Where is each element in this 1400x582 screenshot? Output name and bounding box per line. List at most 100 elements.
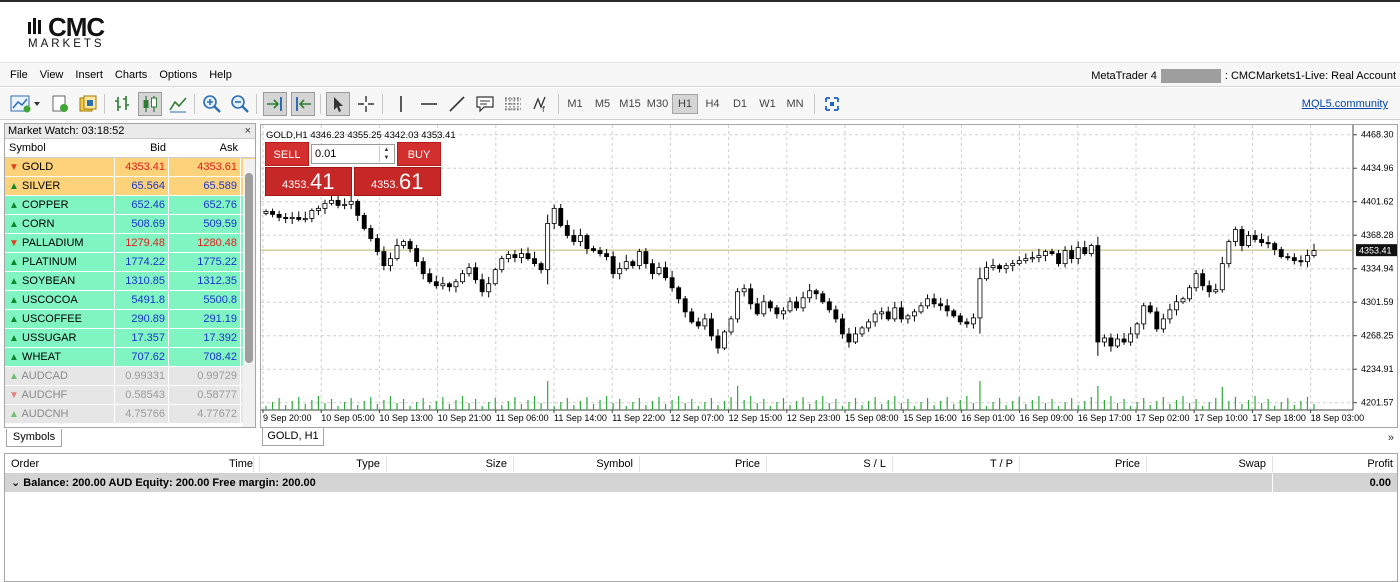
market-watch-row-corn[interactable]: ▲ CORN 508.69 509.59	[5, 215, 255, 234]
candle-body	[414, 248, 420, 263]
candle-body	[905, 315, 911, 320]
timeframe-m15[interactable]: M15	[617, 94, 643, 114]
text-label-button[interactable]	[473, 92, 497, 116]
column-header-tp-7[interactable]: T / P	[990, 458, 1013, 470]
mql5-community-link[interactable]: MQL5.community	[1302, 98, 1388, 110]
logo-subtext: MARKETS	[28, 38, 105, 50]
lot-stepper-icon[interactable]: ▲ ▼	[379, 146, 393, 162]
vertical-line-button[interactable]	[389, 92, 413, 116]
horizontal-line-button[interactable]	[417, 92, 441, 116]
lot-size-input[interactable]: 0.01 ▲ ▼	[311, 144, 395, 164]
candle-body	[984, 267, 989, 280]
candle-body	[440, 283, 446, 287]
zoom-out-button[interactable]	[228, 92, 252, 116]
balance-row[interactable]: ⌄ Balance: 200.00 AUD Equity: 200.00 Fre…	[5, 474, 1397, 492]
timeframe-mn[interactable]: MN	[782, 94, 808, 114]
market-watch-header: Symbol Bid Ask	[5, 139, 255, 158]
column-header-symbol[interactable]: Symbol	[5, 139, 115, 157]
timeframe-m1[interactable]: M1	[562, 94, 588, 114]
timeframe-h4[interactable]: H4	[700, 94, 726, 114]
y-tick-label: 4434.96	[1361, 163, 1394, 173]
column-header-ask[interactable]: Ask	[169, 139, 241, 157]
column-header-type-2[interactable]: Type	[356, 458, 380, 470]
market-watch-row-gold[interactable]: ▼ GOLD 4353.41 4353.61	[5, 158, 255, 177]
server-name: : CMCMarkets1-Live: Real Account	[1224, 70, 1396, 82]
column-header-bid[interactable]: Bid	[115, 139, 169, 157]
column-header-price-5[interactable]: Price	[735, 458, 760, 470]
timeframe-m5[interactable]: M5	[590, 94, 616, 114]
candle-body	[1285, 256, 1291, 259]
column-header-price-8[interactable]: Price	[1115, 458, 1140, 470]
menu-options[interactable]: Options	[153, 69, 203, 81]
market-watch-row-silver[interactable]: ▲ SILVER 65.564 65.589	[5, 177, 255, 196]
market-watch-row-wheat[interactable]: ▲ WHEAT 707.62 708.42	[5, 348, 255, 367]
market-watch-row-platinum[interactable]: ▲ PLATINUM 1774.22 1775.22	[5, 253, 255, 272]
timeframe-m30[interactable]: M30	[645, 94, 671, 114]
auto-scroll-button[interactable]	[263, 92, 287, 116]
timeframe-d1[interactable]: D1	[727, 94, 753, 114]
candle-body	[820, 293, 826, 303]
toolbar-separator	[382, 94, 383, 114]
menu-view[interactable]: View	[34, 69, 70, 81]
column-header-sl-6[interactable]: S / L	[863, 458, 886, 470]
menu-help[interactable]: Help	[203, 69, 238, 81]
close-icon[interactable]: ×	[245, 125, 251, 137]
bid-cell: 707.62	[115, 348, 169, 366]
market-watch-row-uscoffee[interactable]: ▲ USCOFFEE 290.89 291.19	[5, 310, 255, 329]
line-chart-button[interactable]	[166, 92, 190, 116]
menu-charts[interactable]: Charts	[109, 69, 153, 81]
tab-scroll-right-icon[interactable]: »	[1388, 432, 1394, 444]
tab-symbols[interactable]: Symbols	[6, 429, 62, 447]
market-watch-row-audchf[interactable]: ▼ AUDCHF 0.58543 0.58777	[5, 386, 255, 405]
column-header-symbol-4[interactable]: Symbol	[596, 458, 633, 470]
lot-size-value: 0.01	[315, 148, 337, 160]
market-watch-row-ussugar[interactable]: ▲ USSUGAR 17.357 17.392	[5, 329, 255, 348]
menu-file[interactable]: File	[4, 69, 34, 81]
market-watch-row-audcad[interactable]: ▲ AUDCAD 0.99331 0.99729	[5, 367, 255, 386]
column-header-order-0[interactable]: Order	[11, 458, 39, 470]
tab-gold-h1[interactable]: GOLD, H1	[262, 428, 324, 446]
new-profile-button[interactable]	[48, 92, 72, 116]
bar-chart-button[interactable]	[110, 92, 134, 116]
new-chart-button[interactable]	[8, 92, 42, 116]
candle-body	[1023, 258, 1029, 262]
market-watch-row-copper[interactable]: ▲ COPPER 652.46 652.76	[5, 196, 255, 215]
column-header-time-1[interactable]: Time	[229, 458, 253, 470]
buy-price-button[interactable]: 4353. 61	[354, 167, 441, 196]
scrollbar-thumb[interactable]	[245, 173, 253, 363]
column-divider	[513, 456, 514, 472]
market-watch-row-soybean[interactable]: ▲ SOYBEAN 1310.85 1312.35	[5, 272, 255, 291]
cursor-button[interactable]	[326, 92, 350, 116]
sell-price-button[interactable]: 4353. 41	[265, 167, 352, 196]
menu-insert[interactable]: Insert	[69, 69, 109, 81]
market-watch-scrollbar[interactable]	[243, 159, 255, 427]
timeframe-h1[interactable]: H1	[672, 94, 698, 114]
column-header-profit-10[interactable]: Profit	[1367, 458, 1393, 470]
ask-cell: 4353.61	[169, 158, 241, 176]
zoom-in-button[interactable]	[200, 92, 224, 116]
market-watch-row-palladium[interactable]: ▼ PALLADIUM 1279.48 1280.48	[5, 234, 255, 253]
candle-body	[931, 298, 937, 305]
column-header-swap-9[interactable]: Swap	[1238, 458, 1266, 470]
fibonacci-button[interactable]	[501, 92, 525, 116]
chart-shift-button[interactable]	[291, 92, 315, 116]
candle-body	[1174, 301, 1179, 311]
trendline-button[interactable]	[445, 92, 469, 116]
total-profit: 0.00	[1369, 477, 1391, 489]
buy-button[interactable]: BUY	[397, 142, 441, 166]
bid-cell: 65.564	[115, 177, 169, 195]
candle-body	[1029, 257, 1035, 260]
candle-body	[938, 303, 944, 307]
up-arrow-icon: ▲	[9, 295, 19, 306]
fullscreen-button[interactable]	[820, 92, 844, 116]
column-header-size-3[interactable]: Size	[486, 458, 507, 470]
candlestick-chart-button[interactable]	[138, 92, 162, 116]
timeframe-w1[interactable]: W1	[755, 94, 781, 114]
navigator-button[interactable]	[76, 92, 100, 116]
ask-cell: 652.76	[169, 196, 241, 214]
market-watch-row-audcnh[interactable]: ▲ AUDCNH 4.75766 4.77672	[5, 405, 255, 424]
crosshair-button[interactable]	[354, 92, 378, 116]
sell-button[interactable]: SELL	[265, 142, 309, 166]
market-watch-row-uscocoa[interactable]: ▲ USCOCOA 5491.8 5500.8	[5, 291, 255, 310]
indicators-button[interactable]: f	[529, 92, 553, 116]
